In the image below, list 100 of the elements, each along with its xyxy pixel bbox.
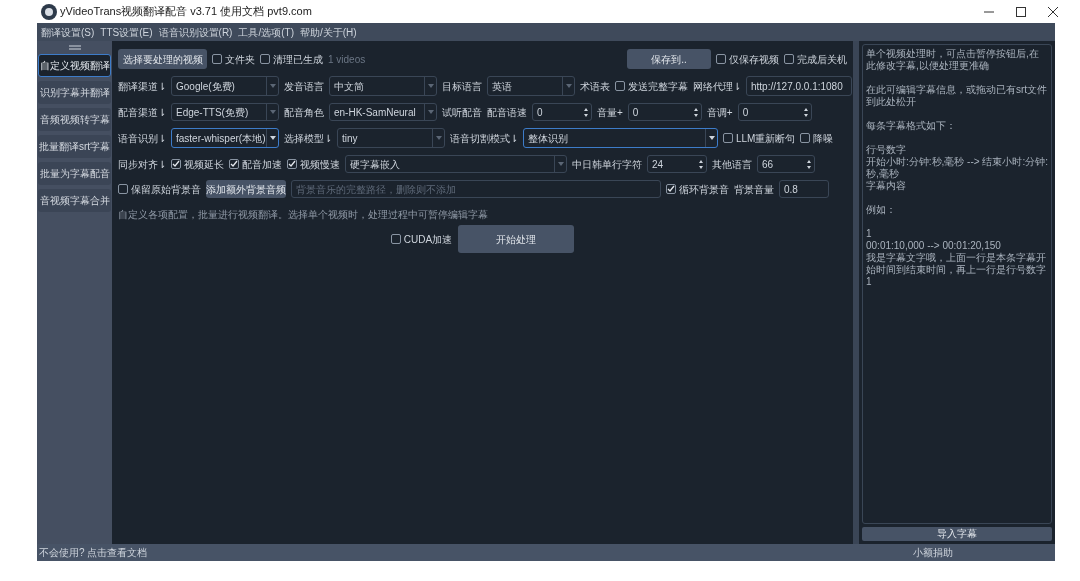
dropdown[interactable]: faster-whisper(本地) (171, 128, 279, 148)
check-icon (230, 160, 238, 168)
button[interactable]: 保存到.. (627, 49, 711, 69)
field-label: 语音识别⇂ (118, 131, 166, 146)
help-link[interactable]: 不会使用? 点击查看文档 (39, 545, 148, 560)
sidebar-item[interactable]: 音频视频转字幕 (38, 108, 111, 131)
text-line: 00:01:10,000 --> 00:01:20,150 (866, 240, 1002, 252)
checkbox[interactable]: 视频慢速 (287, 156, 340, 172)
checkbox[interactable]: 完成后关机 (784, 51, 847, 67)
field-label: 目标语言 (442, 79, 482, 94)
spin-box[interactable]: 0 (627, 103, 702, 121)
sidebar-item[interactable]: 自定义视频翻译 (38, 54, 111, 77)
dropdown[interactable]: tiny (337, 128, 445, 148)
dropdown-arrow-icon (565, 84, 572, 88)
dropdown[interactable]: 中文简 (329, 76, 437, 96)
text-line: 开始小时:分钟:秒,毫秒 --> 结束小时:分钟:秒,毫秒 (866, 156, 1048, 180)
spin-arrows-icon[interactable] (696, 159, 706, 169)
dropdown[interactable]: en-HK-SamNeural (329, 103, 437, 121)
text-line: 行号数字 (866, 144, 907, 156)
checkbox[interactable]: 保留原始背景音 (118, 181, 201, 197)
text-line: 每条字幕格式如下： (866, 120, 957, 132)
check-icon (172, 160, 180, 168)
checkbox[interactable]: 降噪 (800, 130, 834, 146)
field-label: 配音渠道⇂ (118, 105, 166, 120)
menu-item[interactable]: 帮助/关于(H) (300, 24, 357, 40)
checkbox[interactable]: 配音加速 (229, 156, 282, 172)
sidebar-item[interactable]: 批量翻译srt字幕 (38, 135, 111, 158)
menu-item[interactable]: 翻译设置(S) (41, 24, 95, 40)
checkbox[interactable]: LLM重新断句 (723, 130, 796, 146)
spin-box[interactable]: 0 (737, 103, 812, 121)
start-button[interactable]: 开始处理 (458, 225, 575, 253)
input-field[interactable]: 0.8 (779, 180, 829, 198)
text-line: 在此可编辑字幕信息，或拖动已有srt文件到此处松开 (866, 84, 1048, 108)
dropdown-arrow-icon (269, 110, 276, 114)
dropdown[interactable]: Edge-TTS(免费) (171, 103, 279, 121)
menu-item[interactable]: TTS设置(E) (100, 24, 153, 40)
checkbox[interactable]: 清理已生成 (260, 51, 323, 67)
dropdown-arrow-icon (427, 84, 434, 88)
add-audio-button[interactable]: 添加额外背景音频 (206, 180, 286, 198)
field-label: 同步对齐⇂ (118, 157, 166, 172)
checkbox[interactable]: 发送完整字幕 (615, 78, 688, 94)
text-line: 例如： (866, 204, 897, 216)
text-line: 我是字幕文字哦，上面一行是本条字幕开始时间到结束时间，再上一行是行号数字1 (866, 252, 1047, 288)
checkbox[interactable]: CUDA加速 (390, 231, 453, 247)
field-label: 音量+ (597, 105, 623, 120)
field-label: 网络代理⇂ (693, 79, 741, 94)
import-subtitles-button[interactable]: 导入字幕 (862, 527, 1052, 541)
close-icon[interactable] (1046, 4, 1060, 19)
window-title: yVideoTrans视频翻译配音 v3.71 使用文档 pvt9.com (60, 4, 312, 20)
dropdown-arrow-icon (435, 136, 442, 140)
field-label: 音调+ (706, 105, 733, 120)
field-label: 中日韩单行字符 (572, 157, 642, 172)
dropdown-arrow-icon (427, 110, 434, 114)
input-field[interactable]: 背景音乐的完整路径，删除则不添加 (291, 180, 661, 198)
field-label: 语音切割模式⇂ (450, 131, 518, 146)
dropdown[interactable]: 英语 (487, 76, 575, 96)
checkbox[interactable]: 视频延长 (171, 156, 224, 172)
maximize-icon[interactable] (1014, 4, 1028, 19)
sidebar-item[interactable]: 识别字幕并翻译 (38, 81, 111, 104)
check-icon (667, 185, 675, 193)
menu-item[interactable]: 工具/选项(T) (238, 24, 294, 40)
dropdown[interactable]: 整体识别 (523, 128, 718, 148)
subtitle-text-area[interactable]: 单个视频处理时，可点击暂停按钮后,在此修改字幕,以便处理更准确 在此可编辑字幕信息，或拖动已有srt文件到此处松开 每条字幕格式如下： 行号数字 开始小时:分钟:秒,毫秒 --> 结束小时:分钟:秒,毫秒 字幕内容 例如： 1 00:01:10,000 --> 00:01:20,150 我是字幕文字哦，上面一行是本条字幕开始时间到结束时间，再上一行是行号数字1 (862, 44, 1052, 524)
spin-arrows-icon[interactable] (581, 107, 591, 117)
app-logo-icon (40, 2, 58, 21)
text-line: 字幕内容 (866, 180, 907, 192)
field-label: 背景音量 (734, 182, 774, 197)
input-field[interactable]: http://127.0.0.1:1080 (746, 76, 852, 96)
dropdown[interactable]: Google(免费) (171, 76, 279, 96)
dropdown-arrow-icon (269, 136, 276, 140)
text-line: 1 (866, 228, 873, 240)
sidebar-item[interactable]: 批量为字幕配音 (38, 162, 111, 185)
field-label: 发音语言 (284, 79, 324, 94)
menu-item[interactable]: 语音识别设置(R) (158, 24, 233, 40)
checkbox[interactable]: 仅保存视频 (716, 51, 779, 67)
checkbox[interactable]: 循环背景音 (666, 181, 729, 197)
dropdown-arrow-icon (269, 84, 276, 88)
drag-handle-icon[interactable] (68, 45, 81, 50)
donate-link[interactable]: 小额捐助 (913, 545, 953, 560)
check-icon (288, 160, 296, 168)
dropdown[interactable]: 硬字幕嵌入 (345, 155, 567, 173)
field-label: 配音语速 (487, 105, 527, 120)
dropdown-arrow-icon (708, 136, 715, 140)
text-line: 单个视频处理时，可点击暂停按钮后,在此修改字幕,以便处理更准确 (866, 48, 1040, 72)
sidebar-item[interactable]: 音视频字幕合并 (38, 189, 111, 212)
field-label: 选择模型⇂ (284, 131, 332, 146)
field-label: 配音角色 (284, 105, 324, 120)
checkbox[interactable]: 文件夹 (212, 51, 255, 67)
field-label: 其他语言 (712, 157, 752, 172)
video-count: 1 videos (328, 52, 366, 67)
spin-arrows-icon[interactable] (804, 159, 814, 169)
description-text: 自定义各项配置，批量进行视频翻译。选择单个视频时，处理过程中可暂停编辑字幕 (118, 208, 489, 222)
field-label: 术语表 (580, 79, 610, 94)
spin-box[interactable]: 66 (757, 155, 815, 173)
field-label: 试听配音 (442, 105, 482, 120)
spin-box[interactable]: 0 (532, 103, 592, 121)
spin-box[interactable]: 24 (647, 155, 707, 173)
button[interactable]: 选择要处理的视频 (118, 49, 207, 69)
dropdown-arrow-icon (557, 162, 564, 166)
field-label: 翻译渠道⇂ (118, 79, 166, 94)
